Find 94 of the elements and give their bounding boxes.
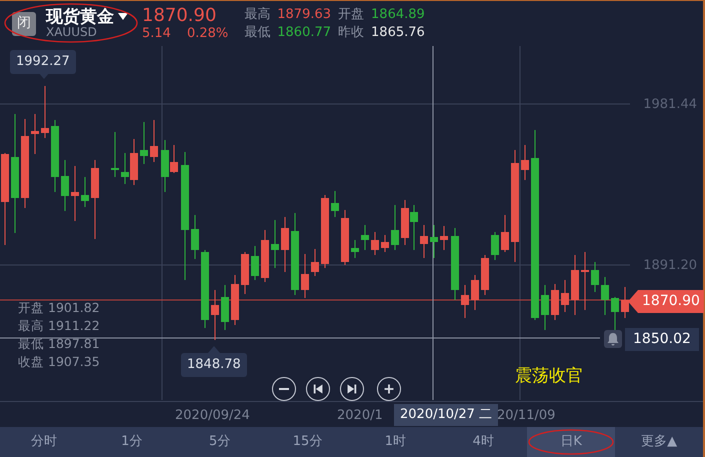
price-axis-label: 1891.20 (643, 257, 697, 275)
candlestick (491, 232, 499, 260)
info-value: 1897.81 (48, 335, 100, 353)
candlestick (41, 86, 49, 138)
info-label: 开盘 (18, 299, 44, 317)
stat-label: 昨收 (338, 24, 364, 42)
minus-button[interactable] (272, 377, 296, 401)
info-label: 收盘 (18, 353, 44, 371)
candlestick (331, 190, 339, 218)
last-price-tag: 1870.90 (628, 290, 704, 313)
candlestick (150, 120, 158, 162)
candlestick (601, 276, 609, 316)
stat-label: 最高 (244, 6, 270, 24)
stat-value: 1864.89 (371, 6, 425, 24)
candlestick (481, 254, 489, 296)
candlestick (541, 284, 549, 330)
candlestick (561, 280, 569, 312)
crosshair-date-label: 2020/10/27 二 (394, 404, 498, 426)
minus-icon (279, 388, 289, 390)
candlestick (61, 160, 69, 212)
stat-value: 1879.63 (277, 6, 332, 24)
timeframe-tab[interactable]: 日K (527, 427, 616, 457)
skip-back-icon (313, 384, 323, 394)
skip-forward-icon (347, 384, 357, 394)
candlestick (551, 284, 559, 320)
candlestick (391, 204, 399, 250)
date-axis-label: 20/11/09 (497, 407, 556, 425)
timeframe-tab[interactable]: 4时 (439, 427, 528, 457)
candlestick (420, 224, 428, 258)
timeframe-tab[interactable]: 更多▲ (615, 427, 703, 457)
candlestick (591, 262, 599, 292)
plus-button[interactable] (377, 377, 401, 401)
crosshair-price-tag: 1850.02 (625, 328, 699, 351)
candlestick (191, 214, 199, 260)
candlestick (461, 284, 469, 318)
candlestick (341, 210, 349, 266)
candlestick (521, 144, 529, 180)
instrument-symbol: XAUUSD (46, 26, 98, 40)
candlestick (81, 176, 89, 208)
price-change: 5.14 (142, 26, 171, 42)
pointer-icon (208, 346, 220, 353)
current-price: 1870.90 (142, 6, 218, 26)
date-axis-label: 2020/1 (337, 407, 383, 425)
candlestick (371, 232, 379, 256)
stat-label: 最低 (244, 24, 270, 42)
skip-back-button[interactable] (306, 377, 330, 401)
stat-label: 开盘 (338, 6, 364, 24)
info-value: 1911.22 (48, 317, 100, 335)
candlestick (440, 226, 448, 250)
candlestick (241, 252, 249, 294)
candlestick (351, 240, 359, 258)
info-label: 最高 (18, 317, 44, 335)
candlestick (221, 284, 229, 330)
candlestick (251, 246, 259, 280)
annotation-text: 震荡收官 (515, 365, 583, 388)
candlestick (471, 274, 479, 310)
timeframe-tab[interactable]: 1分 (88, 427, 176, 457)
stat-value: 1860.77 (277, 24, 332, 42)
candlestick (231, 274, 239, 326)
timeframe-tab[interactable]: 1时 (352, 427, 440, 457)
candlestick (271, 220, 279, 268)
candlestick (281, 216, 289, 272)
candlestick (211, 290, 219, 340)
candlestick (430, 224, 438, 258)
price-axis-label: 1981.44 (643, 96, 697, 114)
candlestick (111, 132, 119, 178)
plus-icon (384, 384, 394, 394)
status-badge: 闭 (12, 12, 36, 36)
instrument-title[interactable]: 现货黄金 (46, 8, 114, 26)
candlestick (621, 286, 629, 318)
candlestick (71, 166, 79, 222)
date-axis-label: 2020/09/24 (175, 407, 250, 425)
timeframe-tab[interactable]: 15分 (264, 427, 352, 457)
candlestick (301, 254, 309, 298)
change-percent: 0.28% (186, 26, 228, 42)
bell-icon[interactable] (604, 330, 622, 348)
candlestick (581, 252, 589, 310)
candlestick (381, 234, 389, 252)
info-value: 1907.35 (48, 353, 100, 371)
stat-value: 1865.76 (371, 24, 425, 42)
timeframe-tab[interactable]: 分时 (0, 427, 88, 457)
caret-icon[interactable] (118, 13, 128, 20)
info-value: 1901.82 (48, 299, 100, 317)
candlestick (501, 214, 509, 252)
timeframe-tab[interactable]: 5分 (176, 427, 264, 457)
skip-forward-button[interactable] (340, 377, 364, 401)
pointer-icon (38, 72, 50, 79)
candlestick (140, 122, 148, 164)
candlestick (261, 230, 269, 282)
candlestick (361, 224, 369, 250)
info-label: 最低 (18, 335, 44, 353)
candlestick (31, 114, 39, 154)
candlestick (571, 254, 579, 316)
candlestick (311, 248, 319, 276)
